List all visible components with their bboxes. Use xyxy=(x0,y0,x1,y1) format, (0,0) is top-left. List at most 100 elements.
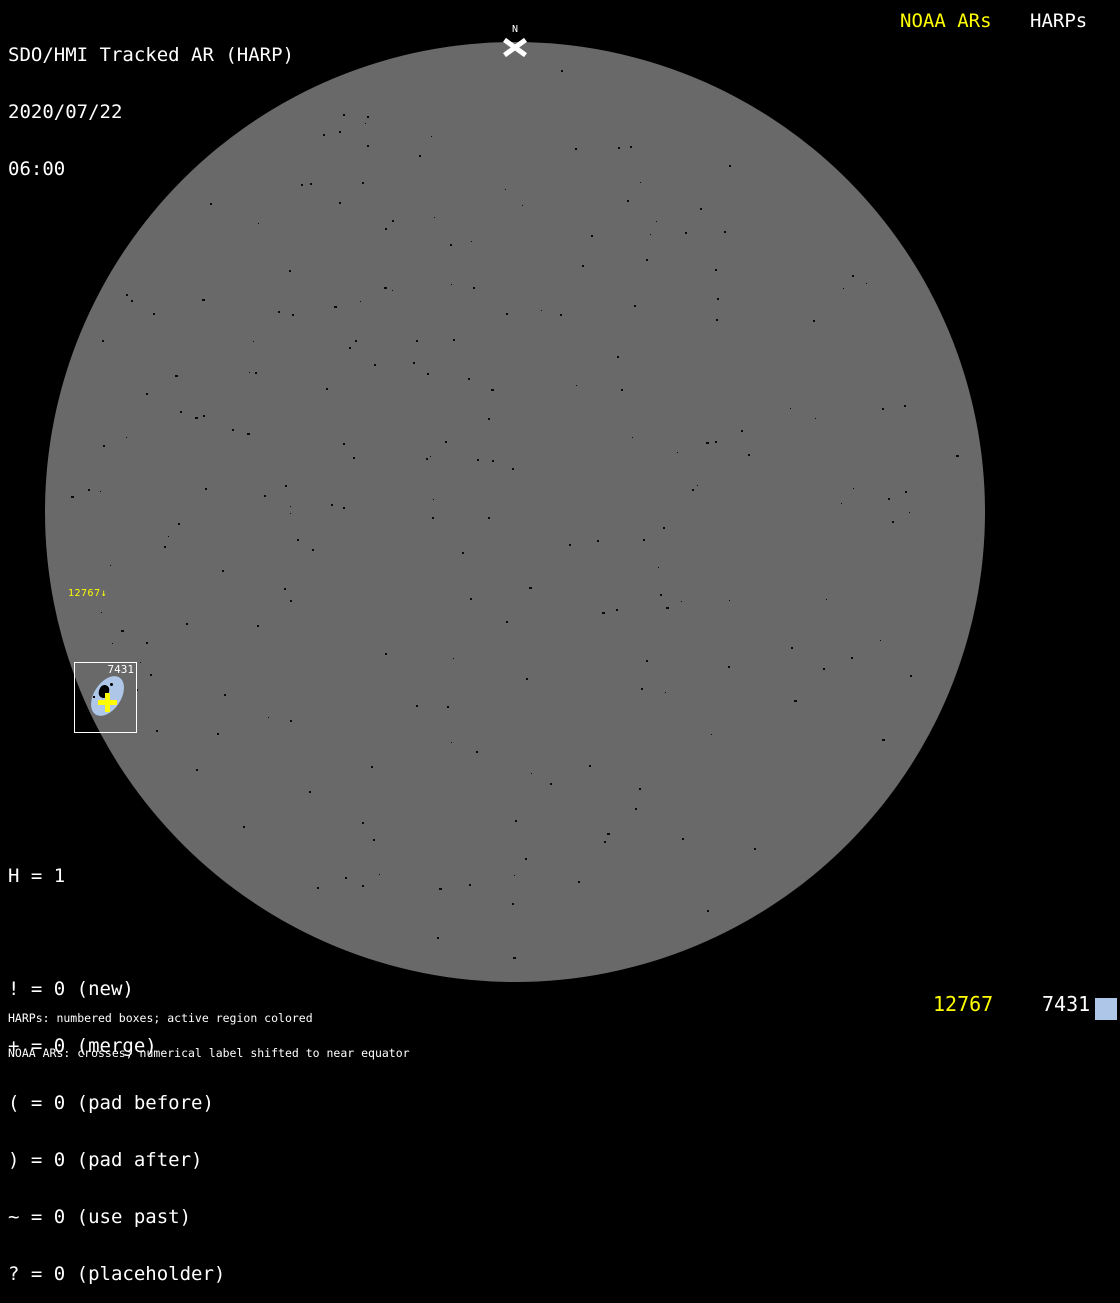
sunspot-speckle xyxy=(343,507,345,509)
sunspot-speckle xyxy=(616,609,618,611)
sunspot-speckle xyxy=(355,340,357,342)
sunspot-speckle xyxy=(643,539,645,541)
sunspot-speckle xyxy=(140,662,141,663)
sunspot-speckle xyxy=(203,415,205,417)
sunspot-speckle xyxy=(715,441,717,443)
sunspot-speckle xyxy=(103,445,105,447)
sunspot-speckle xyxy=(146,642,148,644)
sunspot-speckle xyxy=(462,552,464,554)
date-label: 2020/07/22 xyxy=(8,103,294,122)
sunspot-speckle xyxy=(431,136,432,137)
sunspot-speckle xyxy=(297,539,299,541)
sunspot-speckle xyxy=(473,287,475,289)
sunspot-speckle xyxy=(909,512,910,513)
sunspot-speckle xyxy=(550,783,552,785)
north-label: N xyxy=(506,24,524,35)
sunspot-speckle xyxy=(290,513,291,514)
sunspot-speckle xyxy=(379,874,380,875)
sunspot-speckle xyxy=(853,488,854,489)
north-cross-icon xyxy=(504,39,526,55)
sunspot-speckle xyxy=(222,570,224,572)
sunspot-speckle xyxy=(646,660,648,662)
sunspot-speckle xyxy=(561,70,563,72)
sunspot-speckle xyxy=(186,623,188,625)
sunspot-speckle xyxy=(101,612,102,613)
sunspot-speckle xyxy=(634,305,636,307)
sunspot-speckle xyxy=(469,884,471,886)
sunspot-speckle xyxy=(471,241,472,242)
sunspot-speckle xyxy=(617,356,619,358)
sunspot-speckle xyxy=(512,468,514,470)
sunspot-speckle xyxy=(439,888,442,890)
sunspot-speckle xyxy=(205,488,207,490)
sunspot-speckle xyxy=(416,705,418,707)
sunspot-speckle xyxy=(309,791,311,793)
sunspot-speckle xyxy=(754,848,756,850)
sunspot-speckle xyxy=(339,131,341,133)
sunspot-speckle xyxy=(168,536,169,537)
sunspot-speckle xyxy=(290,720,292,722)
sunspot-speckle xyxy=(602,612,605,614)
sunspot-speckle xyxy=(88,489,90,491)
sunspot-speckle xyxy=(374,364,376,366)
sunspot-speckle xyxy=(888,498,890,500)
sunspot-speckle xyxy=(468,378,470,380)
sunspot-speckle xyxy=(677,452,678,453)
sunspot-speckle xyxy=(243,826,245,828)
sunspot-speckle xyxy=(470,598,472,600)
sunspot-speckle xyxy=(639,788,641,790)
sunspot-speckle xyxy=(627,200,629,202)
sunspot-speckle xyxy=(591,235,593,237)
sunspot-speckle xyxy=(641,688,643,690)
sunspot-speckle xyxy=(175,375,178,377)
sunspot-speckle xyxy=(640,182,641,183)
sunspot-speckle xyxy=(514,875,515,876)
sunspot-speckle xyxy=(477,459,479,461)
sunspot-speckle xyxy=(582,265,584,267)
sunspot-speckle xyxy=(433,499,434,500)
sunspot-speckle xyxy=(285,485,287,487)
sunspot-speckle xyxy=(451,742,452,743)
sunspot-speckle xyxy=(255,372,257,374)
sunspot-speckle xyxy=(156,730,158,732)
sunspot-speckle xyxy=(505,189,506,190)
sunspot-speckle xyxy=(110,565,111,566)
sunspot-speckle xyxy=(102,340,104,342)
sunspot-speckle xyxy=(892,521,894,523)
sunspot-speckle xyxy=(666,607,669,609)
sunspot-speckle xyxy=(164,546,166,548)
sunspot-speckle xyxy=(451,284,452,285)
sunspot-speckle xyxy=(717,298,719,300)
sunspot-speckle xyxy=(488,418,490,420)
sunspot-speckle xyxy=(700,208,702,210)
sunspot-speckle xyxy=(729,165,731,167)
sunspot-speckle xyxy=(323,134,325,136)
sunspot-speckle xyxy=(131,300,133,302)
sunspot-speckle xyxy=(578,881,580,883)
sunspot-speckle xyxy=(253,341,254,342)
sunspot-speckle xyxy=(665,692,666,693)
stats-line: ? = 0 (placeholder) xyxy=(8,1265,225,1284)
stats-line: ( = 0 (pad before) xyxy=(8,1094,225,1113)
sunspot-speckle xyxy=(823,668,825,670)
sunspot-speckle xyxy=(153,313,155,315)
sunspot-speckle xyxy=(278,311,280,313)
sunspot-speckle xyxy=(826,599,827,600)
sunspot-speckle xyxy=(290,600,292,602)
sunspot-speckle xyxy=(660,594,662,596)
sunspot-speckle xyxy=(724,231,726,233)
sunspot-speckle xyxy=(367,145,369,147)
harp-bounding-box: 7431 xyxy=(74,662,137,733)
sunspot-speckle xyxy=(450,244,452,246)
sunspot-speckle xyxy=(706,442,709,444)
sunspot-speckle xyxy=(224,694,226,696)
sunspot-speckle xyxy=(419,155,421,157)
sunspot-speckle xyxy=(711,734,712,735)
sunspot-speckle xyxy=(707,910,709,912)
sunspot-speckle xyxy=(362,182,364,184)
sunspot-speckle xyxy=(476,751,478,753)
sunspot-speckle xyxy=(264,495,266,497)
legend-harps: HARPs xyxy=(1030,10,1087,32)
sunspot-speckle xyxy=(360,301,361,302)
sunspot-speckle xyxy=(247,433,250,435)
